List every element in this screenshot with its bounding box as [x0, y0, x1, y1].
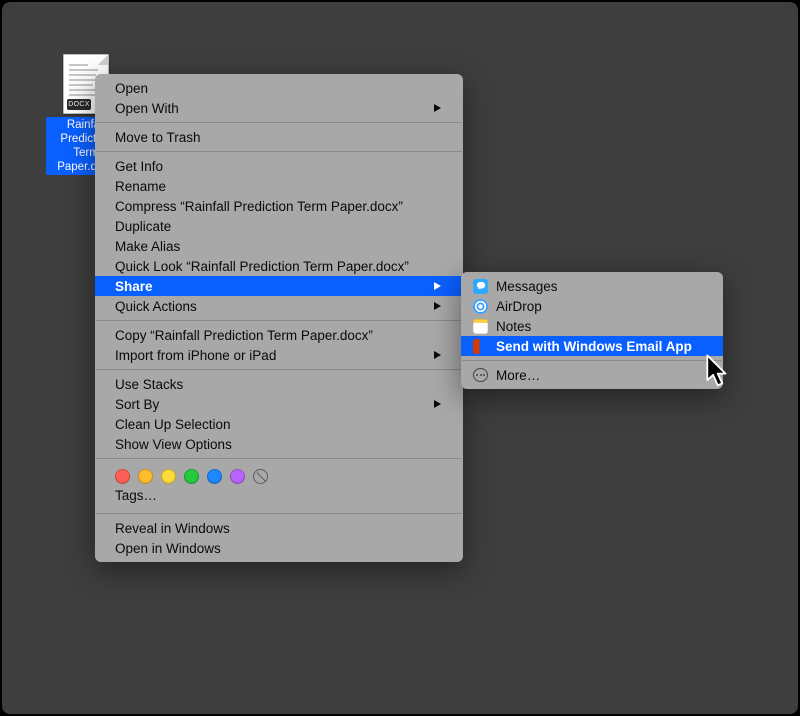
- menu-view-options-label: Show View Options: [115, 437, 232, 452]
- menu-compress[interactable]: Compress “Rainfall Prediction Term Paper…: [95, 196, 463, 216]
- menu-open-label: Open: [115, 81, 148, 96]
- menu-quick-actions-label: Quick Actions: [115, 299, 197, 314]
- file-extension-badge: DOCX: [67, 99, 91, 110]
- menu-use-stacks-label: Use Stacks: [115, 377, 183, 392]
- tag-blue-icon[interactable]: [207, 469, 222, 484]
- menu-reveal-label: Reveal in Windows: [115, 521, 230, 536]
- menu-get-info-label: Get Info: [115, 159, 163, 174]
- menu-use-stacks[interactable]: Use Stacks: [95, 374, 463, 394]
- menu-separator: [462, 360, 722, 361]
- menu-sort-by-label: Sort By: [115, 397, 159, 412]
- menu-open-with[interactable]: Open With: [95, 98, 463, 118]
- menu-rename[interactable]: Rename: [95, 176, 463, 196]
- menu-clean-up[interactable]: Clean Up Selection: [95, 414, 463, 434]
- menu-compress-label: Compress “Rainfall Prediction Term Paper…: [115, 199, 403, 214]
- menu-share-label: Share: [115, 279, 153, 294]
- share-notes[interactable]: Notes: [461, 316, 723, 336]
- menu-tags[interactable]: Tags…: [95, 488, 463, 509]
- menu-separator: [96, 513, 462, 514]
- menu-copy[interactable]: Copy “Rainfall Prediction Term Paper.doc…: [95, 325, 463, 345]
- share-windows-email[interactable]: Send with Windows Email App: [461, 336, 723, 356]
- tag-red-icon[interactable]: [115, 469, 130, 484]
- menu-reveal-windows[interactable]: Reveal in Windows: [95, 518, 463, 538]
- menu-trash[interactable]: Move to Trash: [95, 127, 463, 147]
- menu-separator: [96, 369, 462, 370]
- tags-color-row: [95, 463, 463, 488]
- menu-tags-label: Tags…: [115, 488, 157, 503]
- menu-quick-actions[interactable]: Quick Actions: [95, 296, 463, 316]
- menu-open-windows-label: Open in Windows: [115, 541, 221, 556]
- share-messages-label: Messages: [496, 279, 558, 294]
- menu-separator: [96, 458, 462, 459]
- menu-duplicate-label: Duplicate: [115, 219, 171, 234]
- windows-mail-icon: [473, 339, 488, 354]
- more-icon: [473, 368, 488, 382]
- menu-open-with-label: Open With: [115, 101, 179, 116]
- airdrop-icon: [473, 299, 488, 314]
- share-airdrop-label: AirDrop: [496, 299, 542, 314]
- share-more-label: More…: [496, 368, 540, 383]
- menu-clean-up-label: Clean Up Selection: [115, 417, 231, 432]
- tag-green-icon[interactable]: [184, 469, 199, 484]
- menu-duplicate[interactable]: Duplicate: [95, 216, 463, 236]
- menu-copy-label: Copy “Rainfall Prediction Term Paper.doc…: [115, 328, 373, 343]
- chevron-right-icon: [434, 104, 441, 112]
- tag-yellow-icon[interactable]: [161, 469, 176, 484]
- menu-make-alias[interactable]: Make Alias: [95, 236, 463, 256]
- menu-separator: [96, 122, 462, 123]
- menu-make-alias-label: Make Alias: [115, 239, 180, 254]
- tag-purple-icon[interactable]: [230, 469, 245, 484]
- menu-quick-look[interactable]: Quick Look “Rainfall Prediction Term Pap…: [95, 256, 463, 276]
- menu-open[interactable]: Open: [95, 78, 463, 98]
- share-messages[interactable]: Messages: [461, 276, 723, 296]
- chevron-right-icon: [434, 282, 441, 290]
- menu-trash-label: Move to Trash: [115, 130, 201, 145]
- menu-sort-by[interactable]: Sort By: [95, 394, 463, 414]
- chevron-right-icon: [434, 302, 441, 310]
- menu-quick-look-label: Quick Look “Rainfall Prediction Term Pap…: [115, 259, 409, 274]
- notes-icon: [473, 319, 488, 334]
- chevron-right-icon: [434, 351, 441, 359]
- tag-orange-icon[interactable]: [138, 469, 153, 484]
- tag-none-icon[interactable]: [253, 469, 268, 484]
- chevron-right-icon: [434, 400, 441, 408]
- menu-rename-label: Rename: [115, 179, 166, 194]
- menu-share[interactable]: Share: [95, 276, 463, 296]
- share-windows-email-label: Send with Windows Email App: [496, 339, 692, 354]
- menu-import-iphone-label: Import from iPhone or iPad: [115, 348, 276, 363]
- menu-import-iphone[interactable]: Import from iPhone or iPad: [95, 345, 463, 365]
- context-menu[interactable]: Open Open With Move to Trash Get Info Re…: [95, 74, 463, 562]
- menu-view-options[interactable]: Show View Options: [95, 434, 463, 454]
- menu-open-windows[interactable]: Open in Windows: [95, 538, 463, 558]
- share-submenu[interactable]: Messages AirDrop Notes Send with Windows…: [461, 272, 723, 389]
- menu-get-info[interactable]: Get Info: [95, 156, 463, 176]
- messages-icon: [473, 279, 488, 294]
- menu-separator: [96, 320, 462, 321]
- share-more[interactable]: More…: [461, 365, 723, 385]
- menu-separator: [96, 151, 462, 152]
- share-notes-label: Notes: [496, 319, 531, 334]
- desktop-area[interactable]: DOCX Rainfall Prediction Term Paper.docx…: [2, 2, 798, 714]
- share-airdrop[interactable]: AirDrop: [461, 296, 723, 316]
